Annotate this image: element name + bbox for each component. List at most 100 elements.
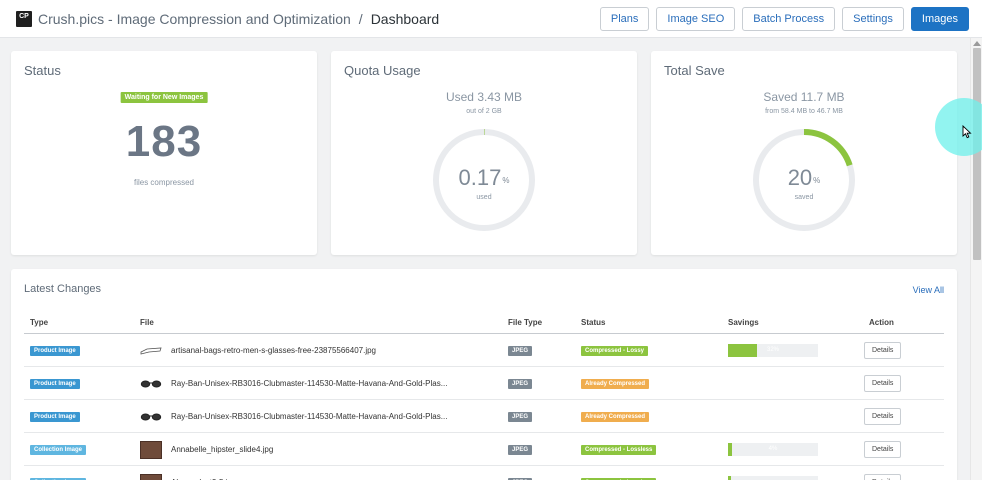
details-button[interactable]: Details	[864, 375, 902, 392]
batch-process-button[interactable]: Batch Process	[742, 7, 836, 31]
action-cell: Details	[864, 433, 902, 466]
table-row: Product Image artisanal-bags-retro-men-s-…	[24, 334, 944, 367]
file-name: artisanal-bags-retro-men-s-glasses-free-…	[171, 346, 376, 355]
view-all-link[interactable]: View All	[913, 285, 944, 295]
file-type-cell: JPEG	[508, 466, 533, 480]
savings-percent: 32%	[766, 347, 779, 353]
file-name: Annabelle_hipster_slide4.jpg	[171, 445, 274, 454]
status-cell: Compressed - Lossless	[581, 433, 657, 466]
image-type-badge: Product Image	[30, 345, 80, 356]
action-cell: Details	[864, 367, 902, 400]
file-cell: Ray-Ban-Unisex-RB3016-Clubmaster-114530-…	[140, 400, 501, 433]
quota-percent: 0.17%	[458, 165, 510, 190]
action-cell: Details	[864, 466, 902, 480]
file-cell: Ab_product2-5.jpg	[140, 466, 501, 480]
saved-ring-gauge: 20% saved	[751, 127, 857, 233]
file-thumbnail	[140, 408, 162, 426]
status-cell: Already Compressed	[581, 400, 650, 433]
image-type-badge: Collection Image	[30, 444, 87, 455]
plans-button[interactable]: Plans	[599, 7, 650, 31]
col-file-type: File Type	[508, 318, 543, 327]
type-cell: Product Image	[30, 400, 80, 433]
settings-button[interactable]: Settings	[842, 7, 904, 31]
file-name: Ray-Ban-Unisex-RB3016-Clubmaster-114530-…	[171, 412, 448, 421]
quota-usage-card: Quota Usage Used 3.43 MB out of 2 GB 0.1…	[331, 51, 637, 255]
status-badge: Waiting for New Images	[120, 92, 208, 103]
savings-percent: 4%	[768, 446, 778, 452]
details-button[interactable]: Details	[864, 441, 902, 458]
quota-used-text: Used 3.43 MB	[445, 90, 523, 104]
quota-ring-gauge: 0.17% used	[431, 127, 537, 233]
col-savings: Savings	[728, 318, 759, 327]
compression-status-badge: Compressed - Lossless	[581, 444, 657, 455]
file-thumbnail	[140, 473, 162, 480]
savings-cell	[728, 466, 818, 480]
col-file: File	[140, 318, 154, 327]
status-card-title: Status	[24, 63, 61, 78]
images-button[interactable]: Images	[910, 7, 969, 31]
saved-size-text: Saved 11.7 MB	[763, 90, 845, 104]
savings-bar-fill	[728, 476, 731, 480]
col-status: Status	[581, 318, 606, 327]
mouse-pointer-icon	[962, 125, 972, 139]
details-button[interactable]: Details	[864, 408, 902, 425]
table-header: Type File File Type Status Savings Actio…	[24, 312, 944, 334]
image-type-badge: Product Image	[30, 378, 80, 389]
latest-changes-table: Type File File Type Status Savings Actio…	[24, 312, 944, 480]
compression-status-badge: Already Compressed	[581, 411, 650, 422]
image-type-badge: Product Image	[30, 411, 80, 422]
app-name: Crush.pics - Image Compression and Optim…	[38, 11, 351, 27]
type-cell: Product Image	[30, 367, 80, 400]
file-name: Ray-Ban-Unisex-RB3016-Clubmaster-114530-…	[171, 379, 448, 388]
table-row: Collection Image Annabelle_hipster_slide4…	[24, 433, 944, 466]
quota-percent-label: used	[476, 194, 492, 201]
saved-range-text: from 58.4 MB to 46.7 MB	[765, 108, 843, 115]
savings-cell: 4%	[728, 433, 818, 466]
savings-bar	[728, 476, 818, 480]
quota-card-title: Quota Usage	[344, 63, 421, 78]
breadcrumb-current: Dashboard	[370, 11, 440, 27]
file-type-cell: JPEG	[508, 367, 533, 400]
status-cell: Already Compressed	[581, 367, 650, 400]
files-compressed-count: 183	[125, 117, 203, 166]
type-cell: Collection Image	[30, 433, 87, 466]
status-cell: Compressed - Lossless	[581, 466, 657, 480]
app-logo-icon: CP	[16, 11, 32, 27]
file-type-badge: JPEG	[508, 378, 533, 389]
file-type-cell: JPEG	[508, 334, 533, 367]
file-type-badge: JPEG	[508, 411, 533, 422]
savings-bar: 4%	[728, 443, 818, 456]
file-type-badge: JPEG	[508, 444, 533, 455]
table-row: Collection Image Ab_product2-5.jpg JPEG Com…	[24, 466, 944, 480]
file-cell: Annabelle_hipster_slide4.jpg	[140, 433, 501, 466]
details-button[interactable]: Details	[864, 474, 902, 480]
action-cell: Details	[864, 400, 902, 433]
saved-percent: 20%	[787, 165, 821, 190]
table-row: Product Image Ray-Ban-Unisex-RB3016-Clubm…	[24, 400, 944, 433]
total-save-card: Total Save Saved 11.7 MB from 58.4 MB to…	[651, 51, 957, 255]
file-type-cell: JPEG	[508, 433, 533, 466]
action-cell: Details	[864, 334, 902, 367]
file-thumbnail	[140, 342, 162, 360]
saved-percent-label: saved	[794, 194, 814, 201]
save-card-title: Total Save	[664, 63, 725, 78]
details-button[interactable]: Details	[864, 342, 902, 359]
col-type: Type	[30, 318, 49, 327]
latest-changes-card: Latest Changes View All Type File File T…	[11, 269, 957, 480]
files-compressed-caption: files compressed	[133, 178, 195, 187]
compression-status-badge: Compressed - Lossy	[581, 345, 649, 356]
savings-cell: 32%	[728, 334, 818, 367]
top-bar: CP Crush.pics - Image Compression and Op…	[0, 0, 982, 38]
file-type-cell: JPEG	[508, 400, 533, 433]
scroll-up-arrow-icon[interactable]	[973, 41, 981, 46]
top-nav: Plans Image SEO Batch Process Settings I…	[599, 7, 969, 31]
quota-total-text: out of 2 GB	[466, 108, 502, 115]
file-thumbnail	[140, 440, 162, 459]
image-seo-button[interactable]: Image SEO	[656, 7, 736, 31]
file-thumbnail	[140, 375, 162, 393]
file-cell: artisanal-bags-retro-men-s-glasses-free-…	[140, 334, 501, 367]
compression-status-badge: Already Compressed	[581, 378, 650, 389]
file-cell: Ray-Ban-Unisex-RB3016-Clubmaster-114530-…	[140, 367, 501, 400]
table-row: Product Image Ray-Ban-Unisex-RB3016-Clubm…	[24, 367, 944, 400]
type-cell: Collection Image	[30, 466, 87, 480]
